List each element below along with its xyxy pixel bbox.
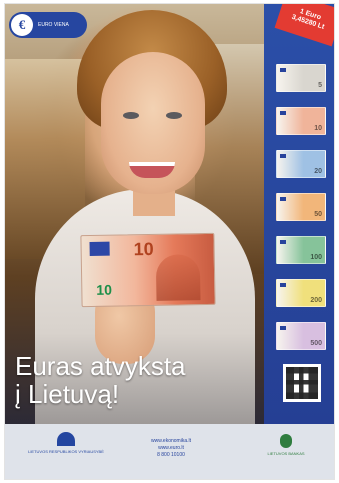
euro-circle-icon: € bbox=[11, 14, 33, 36]
side-banknote-denomination: 500 bbox=[310, 340, 322, 347]
side-banknote: 100 bbox=[276, 236, 326, 264]
ten-euro-banknote: 10 10 bbox=[80, 232, 216, 308]
eu-flag-icon bbox=[280, 240, 286, 244]
euro-letter: € bbox=[18, 17, 26, 32]
footer: LIETUVOS RESPUBLIKOS VYRIAUSYBĖ www.ekon… bbox=[5, 424, 334, 479]
side-banknote-denomination: 100 bbox=[310, 254, 322, 261]
side-banknote: 20 bbox=[276, 150, 326, 178]
eu-flag-icon bbox=[280, 111, 286, 115]
side-banknote: 500 bbox=[276, 322, 326, 350]
side-banknote-denomination: 200 bbox=[310, 297, 322, 304]
left-eye bbox=[123, 112, 139, 119]
euro-poster: 10 10 € EURO VIENA Euras atvyksta į Liet… bbox=[5, 4, 334, 479]
eu-flag-icon bbox=[280, 197, 286, 201]
euro-logo: € EURO VIENA bbox=[9, 12, 87, 38]
side-banknote: 50 bbox=[276, 193, 326, 221]
headline-line-2: į Lietuvą! bbox=[15, 379, 120, 409]
eu-flag-icon bbox=[280, 154, 286, 158]
qr-code-icon bbox=[286, 367, 318, 399]
government-emblem-icon bbox=[57, 432, 75, 446]
side-banknote: 10 bbox=[276, 107, 326, 135]
bank-logo: LIETUVOS BANKAS bbox=[255, 434, 317, 456]
side-banknote: 5 bbox=[276, 64, 326, 92]
right-eye bbox=[166, 112, 182, 119]
side-banknote: 200 bbox=[276, 279, 326, 307]
bank-text: LIETUVOS BANKAS bbox=[267, 451, 305, 456]
contact-line-3: 8 800 10100 bbox=[157, 452, 185, 458]
headline-line-1: Euras atvyksta bbox=[15, 351, 186, 381]
side-banknote-denomination: 5 bbox=[318, 82, 322, 89]
government-text: LIETUVOS RESPUBLIKOS VYRIAUSYBĖ bbox=[28, 449, 104, 454]
government-logo: LIETUVOS RESPUBLIKOS VYRIAUSYBĖ bbox=[23, 432, 109, 454]
side-banknote-denomination: 10 bbox=[314, 125, 322, 132]
bank-emblem-icon bbox=[280, 434, 292, 448]
side-banknote-denomination: 50 bbox=[314, 211, 322, 218]
banknote-arch bbox=[155, 254, 201, 301]
eu-flag-icon bbox=[280, 68, 286, 72]
contact-line-2[interactable]: www.euro.lt bbox=[123, 445, 219, 452]
contact-info: www.ekonomika.lt www.euro.lt 8 800 10100 bbox=[123, 438, 219, 459]
contact-line-1[interactable]: www.ekonomika.lt bbox=[123, 438, 219, 445]
banknote-denomination-small: 10 bbox=[96, 281, 113, 298]
headline: Euras atvyksta į Lietuvą! bbox=[15, 352, 260, 408]
banknote-denomination: 10 bbox=[133, 238, 154, 260]
side-banknote-denomination: 20 bbox=[314, 168, 322, 175]
banknotes-panel: 1 Euro 3,45280 Lt 5 10 20 50 100 200 500 bbox=[264, 4, 334, 424]
logo-text: EURO VIENA bbox=[38, 22, 69, 28]
woman-photo: 10 10 € EURO VIENA Euras atvyksta į Liet… bbox=[5, 4, 264, 429]
qr-code[interactable] bbox=[283, 364, 321, 402]
exchange-rate-ribbon: 1 Euro 3,45280 Lt bbox=[274, 4, 334, 47]
eu-flag-icon bbox=[280, 283, 286, 287]
eu-flag-icon bbox=[280, 326, 286, 330]
eu-flag-icon bbox=[89, 241, 110, 257]
